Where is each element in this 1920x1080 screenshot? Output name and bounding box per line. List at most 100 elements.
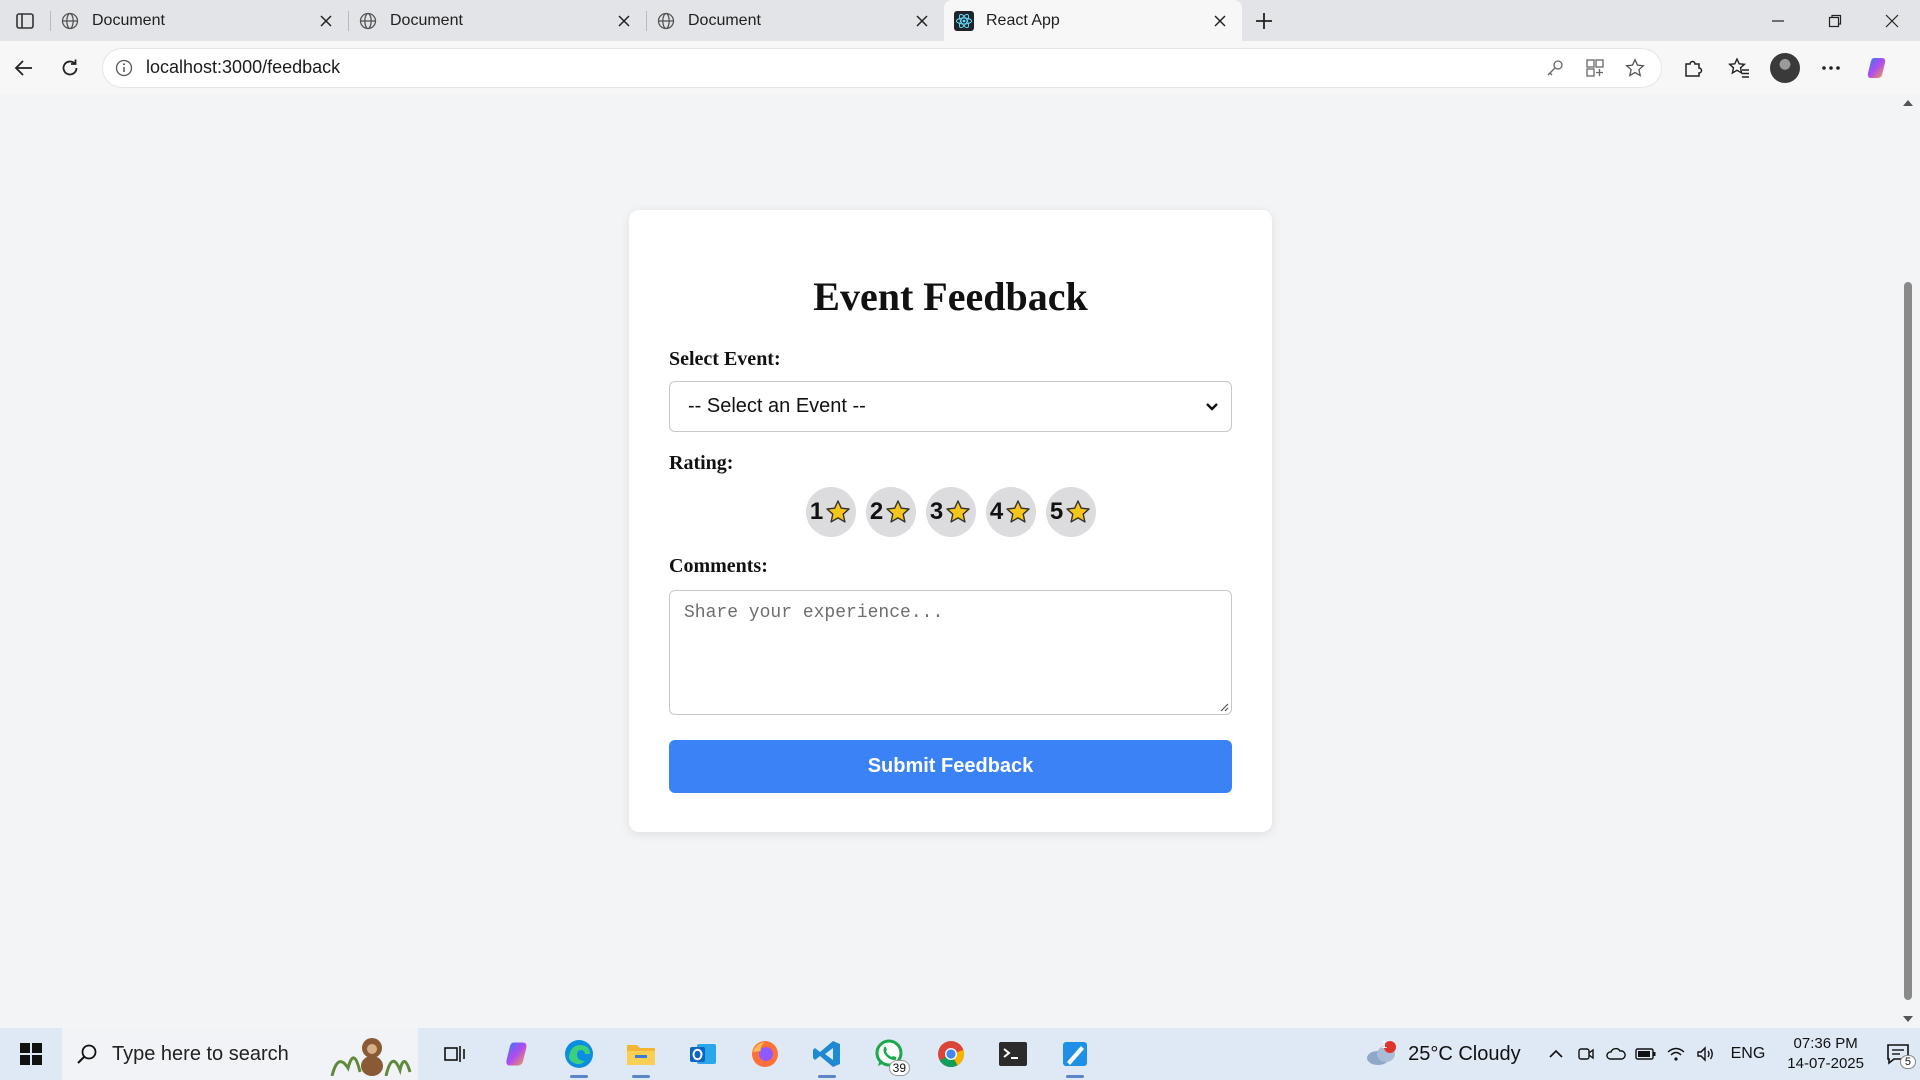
star-icon (826, 500, 850, 523)
tab-title: Document (688, 11, 761, 29)
comments-placeholder: Share your experience... (684, 603, 944, 623)
tab-title: React App (986, 11, 1060, 29)
resize-handle-icon[interactable] (1219, 702, 1229, 712)
wifi-icon[interactable] (1662, 1040, 1690, 1068)
refresh-icon (62, 59, 78, 75)
rating-button-3[interactable]: 3 (925, 487, 976, 537)
page-scrollbar[interactable] (1896, 94, 1920, 1028)
browser-tab-3[interactable]: Document (646, 0, 944, 41)
restore-icon (1828, 14, 1841, 27)
notification-center-button[interactable]: 5 (1876, 1043, 1920, 1069)
refresh-button[interactable] (48, 46, 92, 90)
close-icon[interactable] (912, 11, 932, 31)
app-available-icon[interactable] (1578, 51, 1612, 85)
chrome-app[interactable] (920, 1028, 982, 1080)
favorite-star-icon[interactable] (1618, 51, 1652, 85)
rating-button-1[interactable]: 1 (805, 487, 856, 537)
close-window-button[interactable] (1863, 0, 1920, 41)
paint-app[interactable] (1044, 1028, 1106, 1080)
minimize-button[interactable] (1749, 0, 1806, 41)
clock-time: 07:36 PM (1793, 1035, 1858, 1052)
browser-toolbar: localhost:3000/feedback (0, 41, 1920, 94)
globe-icon (358, 11, 378, 31)
site-info-icon[interactable] (112, 56, 136, 80)
windows-logo-icon (20, 1043, 42, 1065)
rating-number: 5 (1049, 498, 1064, 525)
copilot-app[interactable] (486, 1028, 548, 1080)
weather-text: 25°C Cloudy (1408, 1042, 1521, 1065)
task-view-button[interactable] (424, 1028, 486, 1080)
browser-tab-2[interactable]: Document (348, 0, 646, 41)
select-event-label: Select Event: (669, 348, 781, 370)
copilot-button[interactable] (1856, 47, 1898, 89)
star-icon (1006, 500, 1030, 523)
star-icon (946, 500, 970, 523)
meet-now-icon[interactable] (1572, 1040, 1600, 1068)
copilot-icon (1867, 57, 1886, 78)
close-icon[interactable] (1210, 11, 1230, 31)
terminal-app[interactable] (982, 1028, 1044, 1080)
event-select-value: -- Select an Event -- (688, 395, 866, 417)
favorites-button[interactable] (1718, 47, 1760, 89)
edge-app[interactable] (548, 1028, 610, 1080)
firefox-app[interactable] (734, 1028, 796, 1080)
rating-button-2[interactable]: 2 (865, 487, 916, 537)
password-key-icon[interactable] (1538, 51, 1572, 85)
window-controls (1749, 0, 1920, 41)
tab-title: Document (92, 11, 165, 29)
chevron-up-icon[interactable] (1542, 1040, 1570, 1068)
comments-textarea[interactable]: Share your experience... (669, 590, 1232, 715)
outlook-icon (690, 1044, 716, 1064)
extensions-button[interactable] (1672, 47, 1714, 89)
rating-group: 1 2 3 4 5 (669, 487, 1232, 537)
rating-number: 1 (809, 498, 824, 525)
favorites-icon (1728, 56, 1749, 78)
rating-number: 4 (989, 498, 1004, 525)
avatar (1770, 52, 1800, 83)
clock-date: 14-07-2025 (1787, 1055, 1864, 1072)
scroll-thumb[interactable] (1904, 282, 1912, 1000)
minimize-icon (1771, 19, 1784, 22)
whatsapp-app[interactable]: 39 (858, 1028, 920, 1080)
tab-actions-icon (16, 12, 34, 29)
browser-tab-bar: Document Document Document React App (0, 0, 1920, 41)
back-button[interactable] (2, 46, 46, 90)
onedrive-icon[interactable] (1602, 1040, 1630, 1068)
tab-actions-button[interactable] (0, 0, 50, 41)
event-select[interactable]: -- Select an Event -- (669, 381, 1232, 432)
rating-button-4[interactable]: 4 (985, 487, 1036, 537)
clock[interactable]: 07:36 PM 14-07-2025 (1787, 1034, 1864, 1074)
notification-count: 5 (1899, 1055, 1916, 1069)
language-indicator[interactable]: ENG (1731, 1045, 1766, 1063)
plus-icon (1256, 12, 1272, 29)
scroll-up-icon[interactable] (1902, 98, 1914, 108)
task-view-icon (444, 1046, 465, 1062)
submit-feedback-button[interactable]: Submit Feedback (669, 740, 1232, 793)
more-menu-button[interactable] (1810, 47, 1852, 89)
browser-tab-1[interactable]: Document (50, 0, 348, 41)
puzzle-icon (1685, 60, 1703, 77)
restore-button[interactable] (1806, 0, 1863, 41)
new-tab-button[interactable] (1242, 0, 1286, 41)
volume-icon[interactable] (1692, 1040, 1720, 1068)
profile-button[interactable] (1764, 47, 1806, 89)
vscode-app[interactable] (796, 1028, 858, 1080)
whatsapp-unread-badge: 39 (888, 1060, 910, 1076)
copilot-icon (506, 1042, 527, 1066)
start-button[interactable] (0, 1028, 62, 1080)
url-text[interactable]: localhost:3000/feedback (146, 57, 1538, 78)
close-icon[interactable] (614, 11, 634, 31)
scroll-down-icon[interactable] (1902, 1014, 1914, 1024)
file-explorer-app[interactable] (610, 1028, 672, 1080)
taskbar-search[interactable]: Type here to search (62, 1028, 418, 1080)
close-icon[interactable] (316, 11, 336, 31)
more-dots-icon (1822, 65, 1840, 70)
outlook-app[interactable] (672, 1028, 734, 1080)
battery-icon[interactable] (1632, 1040, 1660, 1068)
chrome-icon (938, 1041, 965, 1068)
folder-icon (627, 1045, 655, 1065)
browser-tab-active[interactable]: React App (944, 0, 1242, 41)
address-bar[interactable]: localhost:3000/feedback (102, 47, 1662, 88)
rating-button-5[interactable]: 5 (1045, 487, 1096, 537)
weather-widget[interactable]: 1 25°C Cloudy (1364, 1039, 1521, 1068)
